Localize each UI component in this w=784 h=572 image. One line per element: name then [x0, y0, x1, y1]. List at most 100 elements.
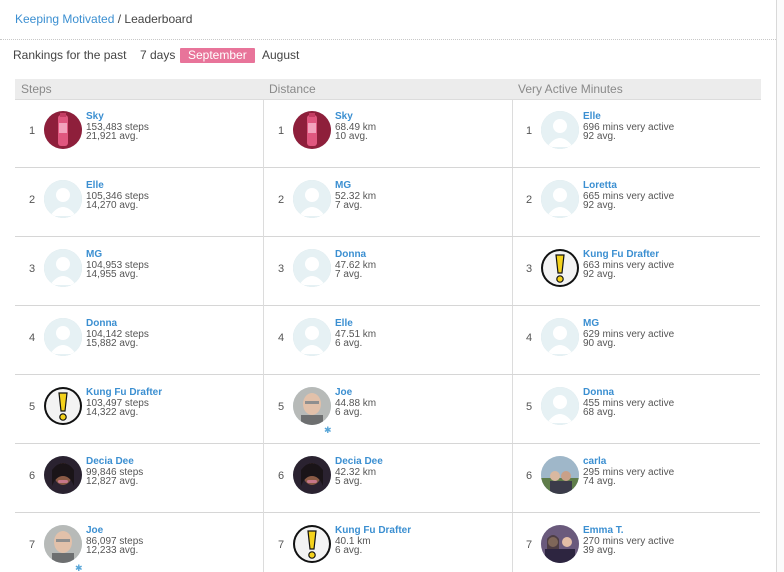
avatar[interactable]	[44, 525, 82, 563]
breadcrumb-link-keeping-motivated[interactable]: Keeping Motivated	[15, 12, 114, 26]
filter-7-days[interactable]: 7 days	[132, 48, 183, 63]
leaderboard-row: 4 Donna 104,142 steps 15,882 avg.	[15, 306, 263, 375]
average-value: 7 avg.	[335, 269, 363, 280]
avatar[interactable]	[44, 456, 82, 494]
member-name-link[interactable]: Emma T.	[583, 525, 624, 536]
breadcrumb-current: Leaderboard	[124, 12, 193, 26]
average-value: 92 avg.	[583, 269, 616, 280]
member-name-link[interactable]: Loretta	[583, 180, 617, 191]
average-value: 6 avg.	[335, 407, 363, 418]
leaderboard-row: 1 Elle 696 mins very active 92 avg.	[512, 99, 760, 168]
avatar[interactable]	[541, 456, 579, 494]
rank-number: 6	[278, 470, 285, 482]
leaderboard-row: 2 Loretta 665 mins very active 92 avg.	[512, 168, 760, 237]
header-steps: Steps	[21, 82, 52, 96]
average-value: 12,827 avg.	[86, 476, 139, 487]
fitbit-icon: ✱	[75, 563, 83, 572]
rank-number: 6	[29, 470, 36, 482]
average-value: 5 avg.	[335, 476, 363, 487]
member-name-link[interactable]: MG	[335, 180, 351, 191]
avatar[interactable]	[541, 111, 579, 149]
leaderboard-row: 3 MG 104,953 steps 14,955 avg.	[15, 237, 263, 306]
breadcrumb: Keeping Motivated / Leaderboard	[15, 12, 192, 26]
rank-number: 3	[29, 263, 36, 275]
average-value: 10 avg.	[335, 131, 368, 142]
member-name-link[interactable]: Kung Fu Drafter	[86, 387, 162, 398]
average-value: 7 avg.	[335, 200, 363, 211]
member-name-link[interactable]: Decia Dee	[335, 456, 383, 467]
leaderboard-row: 6 Decia Dee 42.32 km 5 avg.	[264, 444, 512, 513]
avatar[interactable]	[541, 180, 579, 218]
average-value: 90 avg.	[583, 338, 616, 349]
member-name-link[interactable]: Elle	[86, 180, 104, 191]
avatar[interactable]	[541, 249, 579, 287]
rank-number: 7	[278, 539, 285, 551]
leaderboard-header: Steps Distance Very Active Minutes	[15, 79, 761, 100]
avatar[interactable]	[44, 387, 82, 425]
average-value: 6 avg.	[335, 338, 363, 349]
leaderboard-row: 7 Joe 86,097 steps 12,233 avg. ✱	[15, 513, 263, 572]
avatar[interactable]	[44, 180, 82, 218]
avatar[interactable]	[541, 525, 579, 563]
member-name-link[interactable]: Kung Fu Drafter	[335, 525, 411, 536]
rank-number: 3	[278, 263, 285, 275]
member-name-link[interactable]: Donna	[583, 387, 614, 398]
member-name-link[interactable]: Elle	[583, 111, 601, 122]
avatar[interactable]	[293, 180, 331, 218]
leaderboard-row: 7 Kung Fu Drafter 40.1 km 6 avg.	[264, 513, 512, 572]
avatar[interactable]	[44, 249, 82, 287]
rank-number: 1	[526, 125, 533, 137]
member-name-link[interactable]: Sky	[86, 111, 104, 122]
average-value: 14,955 avg.	[86, 269, 139, 280]
leaderboard-row: 5 Kung Fu Drafter 103,497 steps 14,322 avg.	[15, 375, 263, 444]
member-name-link[interactable]: Donna	[335, 249, 366, 260]
rankings-label: Rankings for the past	[13, 48, 127, 62]
member-name-link[interactable]: Kung Fu Drafter	[583, 249, 659, 260]
rank-number: 6	[526, 470, 533, 482]
leaderboard-row: 2 MG 52.32 km 7 avg.	[264, 168, 512, 237]
member-name-link[interactable]: Joe	[335, 387, 352, 398]
avatar[interactable]	[293, 525, 331, 563]
avatar[interactable]	[541, 318, 579, 356]
avatar[interactable]	[293, 318, 331, 356]
vertical-scrollbar[interactable]	[776, 0, 784, 572]
rank-number: 3	[526, 263, 533, 275]
average-value: 21,921 avg.	[86, 131, 139, 142]
fitbit-icon: ✱	[324, 425, 332, 435]
avatar[interactable]	[293, 456, 331, 494]
member-name-link[interactable]: Joe	[86, 525, 103, 536]
breadcrumb-separator: /	[114, 12, 125, 26]
rank-number: 7	[526, 539, 533, 551]
member-name-link[interactable]: MG	[583, 318, 599, 329]
avatar[interactable]	[541, 387, 579, 425]
rank-number: 2	[526, 194, 533, 206]
avatar[interactable]	[293, 249, 331, 287]
leaderboard-row: 4 Elle 47.51 km 6 avg.	[264, 306, 512, 375]
avatar[interactable]	[44, 318, 82, 356]
average-value: 68 avg.	[583, 407, 616, 418]
avatar[interactable]	[293, 387, 331, 425]
member-name-link[interactable]: Donna	[86, 318, 117, 329]
average-value: 15,882 avg.	[86, 338, 139, 349]
member-name-link[interactable]: MG	[86, 249, 102, 260]
leaderboard-row: 2 Elle 105,346 steps 14,270 avg.	[15, 168, 263, 237]
leaderboard-row: 3 Kung Fu Drafter 663 mins very active 92 a…	[512, 237, 760, 306]
average-value: 14,270 avg.	[86, 200, 139, 211]
member-name-link[interactable]: carla	[583, 456, 606, 467]
header-distance: Distance	[269, 82, 316, 96]
filter-august[interactable]: August	[254, 48, 307, 63]
member-name-link[interactable]: Decia Dee	[86, 456, 134, 467]
rank-number: 4	[29, 332, 36, 344]
leaderboard-row: 1 Sky 153,483 steps 21,921 avg.	[15, 99, 263, 168]
rank-number: 5	[29, 401, 36, 413]
rank-number: 5	[278, 401, 285, 413]
member-name-link[interactable]: Sky	[335, 111, 353, 122]
average-value: 92 avg.	[583, 131, 616, 142]
avatar[interactable]	[44, 111, 82, 149]
leaderboard-row: 3 Donna 47.62 km 7 avg.	[264, 237, 512, 306]
avatar[interactable]	[293, 111, 331, 149]
average-value: 6 avg.	[335, 545, 363, 556]
member-name-link[interactable]: Elle	[335, 318, 353, 329]
leaderboard-row: 5 Joe 44.88 km 6 avg. ✱	[264, 375, 512, 444]
filter-september[interactable]: September	[180, 48, 255, 63]
